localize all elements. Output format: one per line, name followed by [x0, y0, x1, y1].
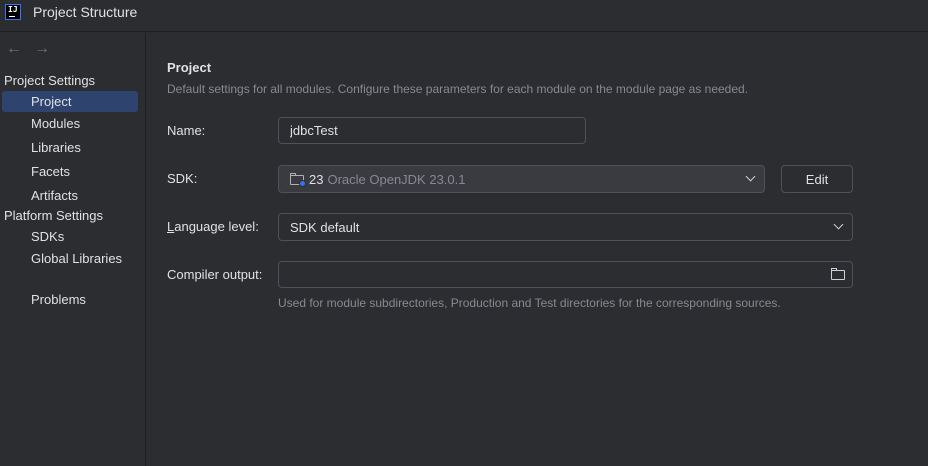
edit-sdk-button[interactable]: Edit: [781, 165, 853, 193]
chevron-down-icon: [745, 171, 756, 182]
sdk-name: Oracle OpenJDK 23.0.1: [327, 171, 466, 187]
language-level-value: SDK default: [290, 219, 360, 235]
platform-settings-header: Platform Settings: [4, 208, 103, 223]
chevron-down-icon: [833, 219, 844, 230]
language-level-label-text: anguage level:: [174, 219, 259, 234]
intellij-logo-icon: IJ: [5, 4, 21, 20]
sdk-label: SDK:: [167, 171, 198, 186]
page-description: Default settings for all modules. Config…: [167, 82, 749, 96]
sidebar: ← → Project Settings Project Modules Lib…: [0, 33, 146, 466]
sidebar-item-modules[interactable]: Modules: [2, 113, 138, 134]
compiler-output-label: Compiler output:: [167, 267, 263, 282]
project-structure-window: IJ Project Structure ← → Project Setting…: [0, 0, 928, 466]
sdk-select[interactable]: 23 Oracle OpenJDK 23.0.1: [278, 165, 765, 193]
arrow-right-icon[interactable]: →: [34, 41, 50, 57]
sdk-folder-icon: [290, 173, 306, 187]
name-label: Name:: [167, 123, 206, 138]
sidebar-item-project[interactable]: Project: [2, 91, 138, 112]
sidebar-item-artifacts[interactable]: Artifacts: [2, 185, 138, 206]
sidebar-item-global-libraries[interactable]: Global Libraries: [2, 248, 138, 269]
title-bar: IJ Project Structure: [0, 0, 928, 32]
sidebar-item-sdks[interactable]: SDKs: [2, 226, 138, 247]
folder-icon[interactable]: [831, 268, 845, 280]
compiler-output-input[interactable]: [278, 261, 853, 288]
sidebar-item-libraries[interactable]: Libraries: [2, 137, 138, 158]
language-level-select[interactable]: SDK default: [278, 213, 853, 241]
project-settings-panel: Project Default settings for all modules…: [147, 33, 928, 466]
sidebar-item-problems[interactable]: Problems: [2, 289, 138, 310]
sidebar-item-facets[interactable]: Facets: [2, 161, 138, 182]
navigation-arrows: ← →: [6, 41, 50, 57]
page-title: Project: [167, 60, 212, 75]
arrow-left-icon[interactable]: ←: [6, 41, 22, 57]
project-name-input[interactable]: [278, 117, 586, 144]
compiler-output-hint: Used for module subdirectories, Producti…: [278, 296, 781, 310]
compiler-output-field: [278, 261, 853, 288]
sdk-version: 23: [309, 171, 324, 187]
window-title: Project Structure: [33, 4, 138, 20]
project-settings-header: Project Settings: [4, 73, 96, 88]
language-level-label: Language level:: [167, 219, 259, 234]
